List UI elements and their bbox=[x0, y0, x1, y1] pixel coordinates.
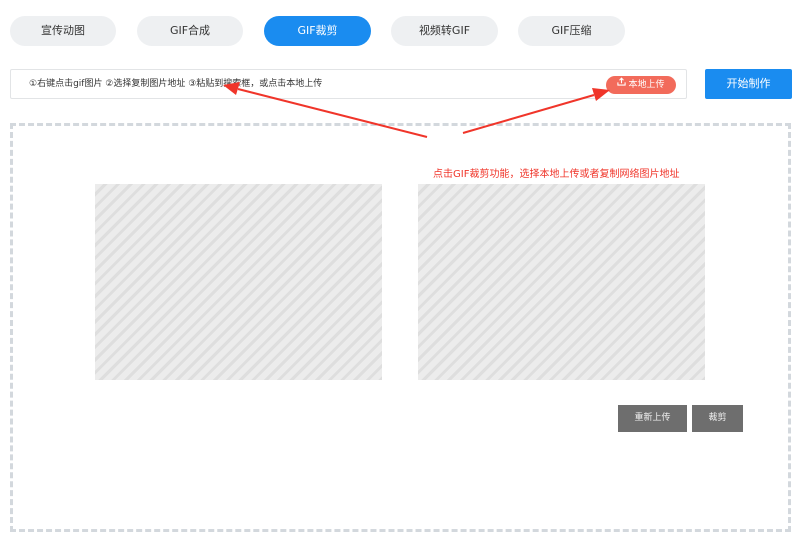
url-input-hint: ①右键点击gif图片 ②选择复制图片地址 ③粘贴到搜索框，或点击本地上传 bbox=[29, 79, 323, 89]
local-upload-label: 本地上传 bbox=[628, 80, 665, 90]
tab-gif-crop[interactable]: GIF裁剪 bbox=[264, 16, 371, 46]
original-image-preview bbox=[95, 184, 382, 380]
start-button[interactable]: 开始制作 bbox=[705, 69, 792, 99]
tab-promo-gif[interactable]: 宣传动图 bbox=[10, 16, 116, 46]
tab-gif-compress[interactable]: GIF压缩 bbox=[518, 16, 625, 46]
local-upload-button[interactable]: 本地上传 bbox=[606, 76, 676, 94]
tab-video-to-gif[interactable]: 视频转GIF bbox=[391, 16, 498, 46]
crop-button[interactable]: 裁剪 bbox=[692, 405, 743, 432]
url-input[interactable]: ①右键点击gif图片 ②选择复制图片地址 ③粘贴到搜索框，或点击本地上传 本地上… bbox=[10, 69, 687, 99]
reupload-button[interactable]: 重新上传 bbox=[618, 405, 687, 432]
annotation-text: 点击GIF裁剪功能，选择本地上传或者复制网络图片地址 bbox=[433, 169, 680, 180]
tab-gif-compose[interactable]: GIF合成 bbox=[137, 16, 243, 46]
tab-bar: 宣传动图 GIF合成 GIF裁剪 视频转GIF GIF压缩 bbox=[10, 16, 790, 46]
upload-icon bbox=[617, 75, 627, 93]
cropped-image-preview bbox=[418, 184, 705, 380]
